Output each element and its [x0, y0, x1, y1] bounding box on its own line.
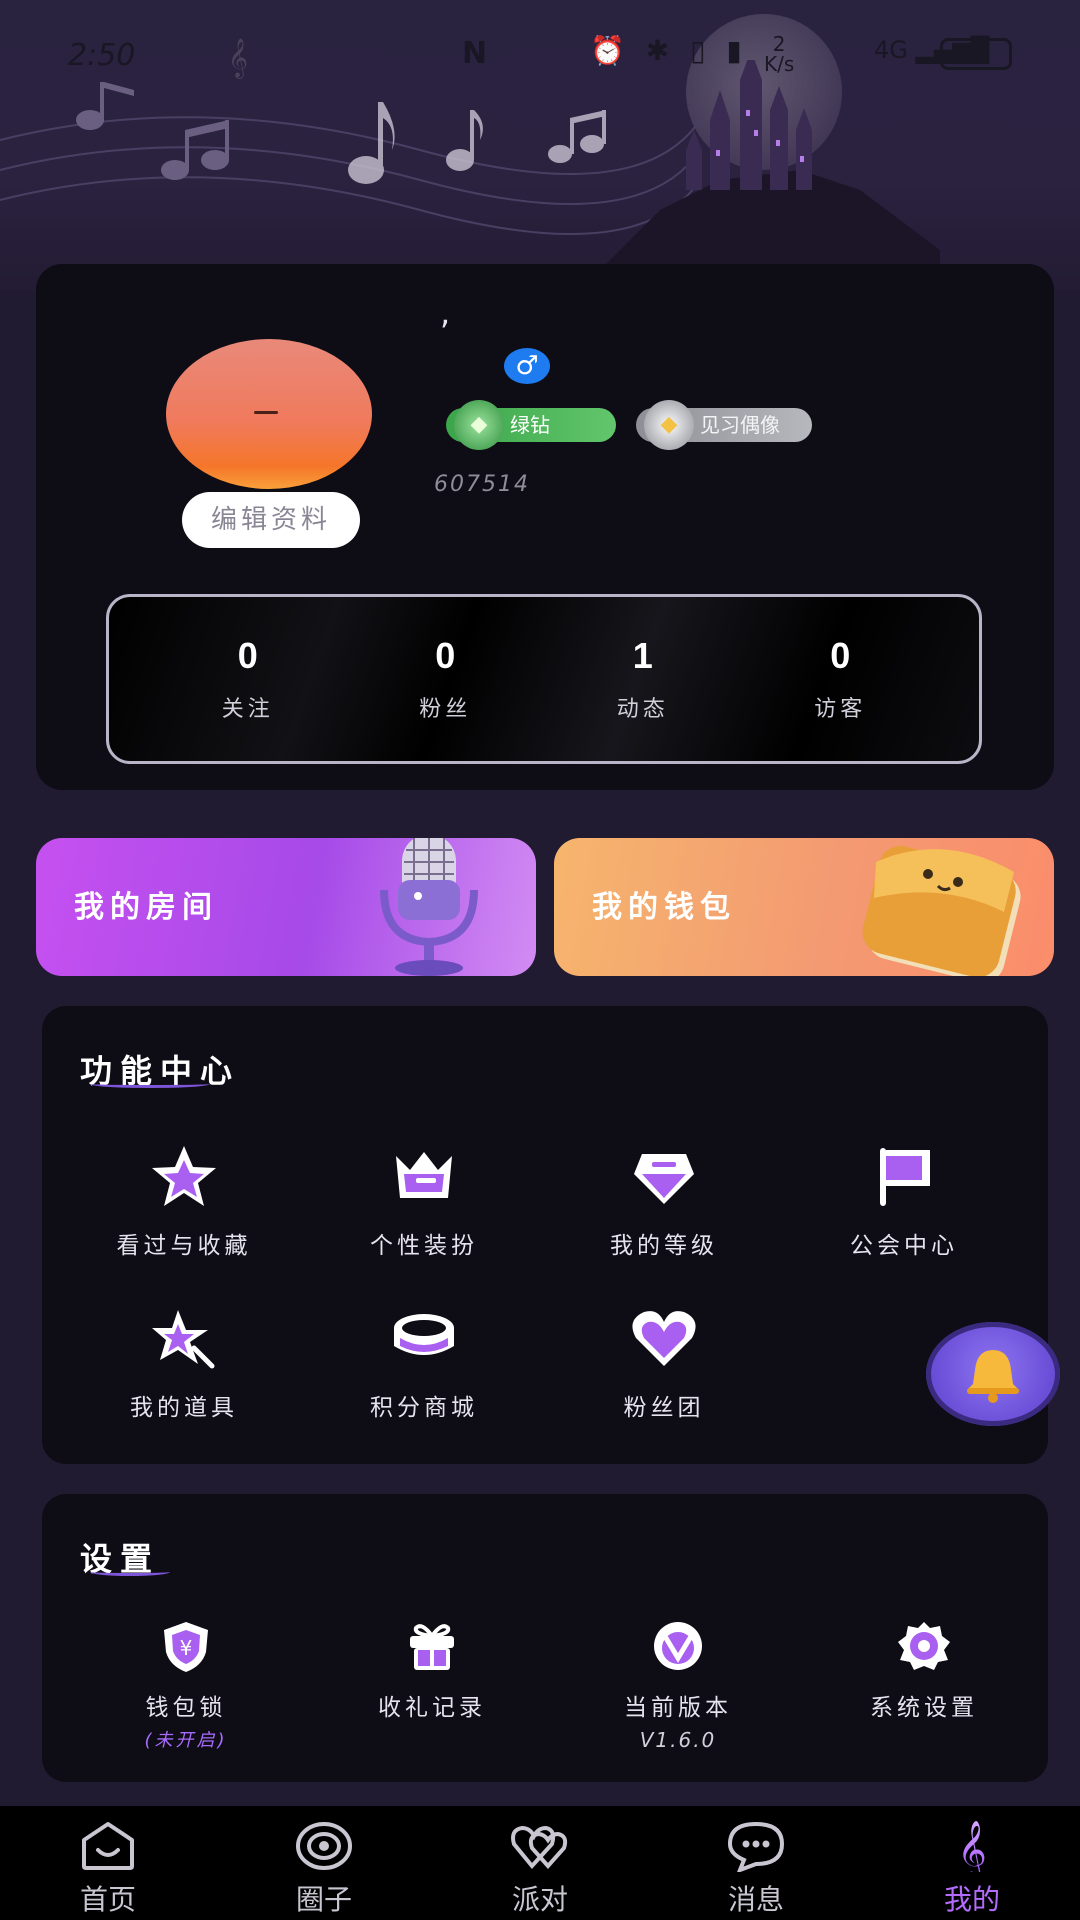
bell-icon	[967, 1350, 1019, 1403]
gear-icon	[898, 1622, 950, 1670]
stat-fans[interactable]: 0 粉丝	[370, 635, 520, 723]
crown-icon	[396, 1152, 452, 1198]
fan-group-item[interactable]: 粉丝团	[564, 1302, 764, 1422]
svg-text:¥: ¥	[180, 1636, 193, 1660]
status-time: 2:50	[68, 38, 136, 73]
trainee-idol-badge[interactable]: ◆ 见习偶像	[636, 400, 812, 450]
status-bar: 2:50 𝄞 N ⏰ ✱ ▯ ▮ 2 K/s 4G ▂▄▆█ 87	[0, 0, 1080, 106]
nav-messages[interactable]: 消息	[648, 1806, 864, 1920]
user-id: 607514	[434, 472, 530, 497]
guild-center-item[interactable]: 公会中心	[804, 1140, 1004, 1260]
home-icon	[82, 1822, 134, 1870]
nfc-icon: N	[462, 36, 488, 71]
magic-star-icon	[152, 1310, 215, 1369]
points-mall-item[interactable]: 积分商城	[324, 1302, 524, 1422]
gem-icon	[634, 1154, 694, 1204]
settings-panel: 设置 ¥ 钱包锁 (未开启) 收礼记录 当前版本 V1.6.0 系统设置	[42, 1494, 1048, 1782]
nav-home[interactable]: 首页	[0, 1806, 216, 1920]
battery-icon: 87	[940, 38, 1012, 70]
stat-posts[interactable]: 1 动态	[568, 635, 718, 723]
profile-card: 编辑资料 , ♂ ◆ 绿钻 ◆ 见习偶像 607514 0 关注 0 粉丝 1 …	[36, 264, 1054, 790]
favorites-item[interactable]: 看过与收藏	[84, 1140, 284, 1260]
circle-icon	[296, 1822, 352, 1870]
nickname: ,	[440, 294, 451, 332]
wallet-lock-item[interactable]: ¥ 钱包锁 (未开启)	[86, 1618, 286, 1752]
message-icon	[727, 1821, 785, 1874]
my-level-item[interactable]: 我的等级	[564, 1140, 764, 1260]
idol-emblem-icon: ◆	[644, 400, 694, 450]
function-center-panel: 功能中心 看过与收藏 个性装扮 我的等级 公会中心 我的道具 积分商城 粉丝团	[42, 1006, 1048, 1464]
coin-icon	[394, 1314, 454, 1355]
gift-icon	[410, 1624, 454, 1670]
flag-icon	[880, 1148, 930, 1206]
notification-bell-button[interactable]	[926, 1322, 1060, 1426]
diamond-emblem-icon: ◆	[454, 400, 504, 450]
profile-clef-icon: 𝄞	[957, 1820, 987, 1881]
heart-icon	[632, 1311, 696, 1366]
star-icon	[152, 1146, 216, 1206]
net-speed: 2 K/s	[764, 32, 795, 76]
green-diamond-badge[interactable]: ◆ 绿钻	[446, 400, 616, 450]
my-props-item[interactable]: 我的道具	[84, 1302, 284, 1422]
nav-mine[interactable]: 𝄞 我的	[864, 1806, 1080, 1920]
my-wallet-card[interactable]: 我的钱包	[554, 838, 1054, 976]
current-version-item[interactable]: 当前版本 V1.6.0	[578, 1618, 778, 1752]
stat-visitors[interactable]: 0 访客	[765, 635, 915, 723]
stat-following[interactable]: 0 关注	[173, 635, 323, 723]
shield-yen-icon: ¥	[164, 1622, 208, 1672]
gift-records-item[interactable]: 收礼记录	[332, 1618, 532, 1722]
svg-text:𝄞: 𝄞	[957, 1820, 987, 1872]
bottom-navigation: 首页 圈子 派对 消息 𝄞 我的	[0, 1806, 1080, 1920]
microphone-icon	[380, 838, 478, 976]
system-settings-item[interactable]: 系统设置	[824, 1618, 1024, 1722]
male-gender-icon: ♂	[504, 348, 550, 384]
status-icons: ⏰ ✱ ▯ ▮	[590, 34, 748, 67]
settings-title: 设置	[80, 1534, 170, 1580]
music-notification-icon: 𝄞	[228, 38, 249, 78]
nav-circle[interactable]: 圈子	[216, 1806, 432, 1920]
avatar[interactable]	[166, 339, 372, 489]
dress-up-item[interactable]: 个性装扮	[324, 1140, 524, 1260]
function-center-title: 功能中心	[80, 1052, 241, 1090]
stats-panel: 0 关注 0 粉丝 1 动态 0 访客	[106, 594, 982, 764]
nav-party[interactable]: 派对	[432, 1806, 648, 1920]
edit-profile-button[interactable]: 编辑资料	[182, 492, 360, 548]
my-room-card[interactable]: 我的房间	[36, 838, 536, 976]
version-icon	[654, 1622, 702, 1670]
wallet-icon	[862, 846, 1021, 976]
party-icon	[511, 1825, 568, 1870]
